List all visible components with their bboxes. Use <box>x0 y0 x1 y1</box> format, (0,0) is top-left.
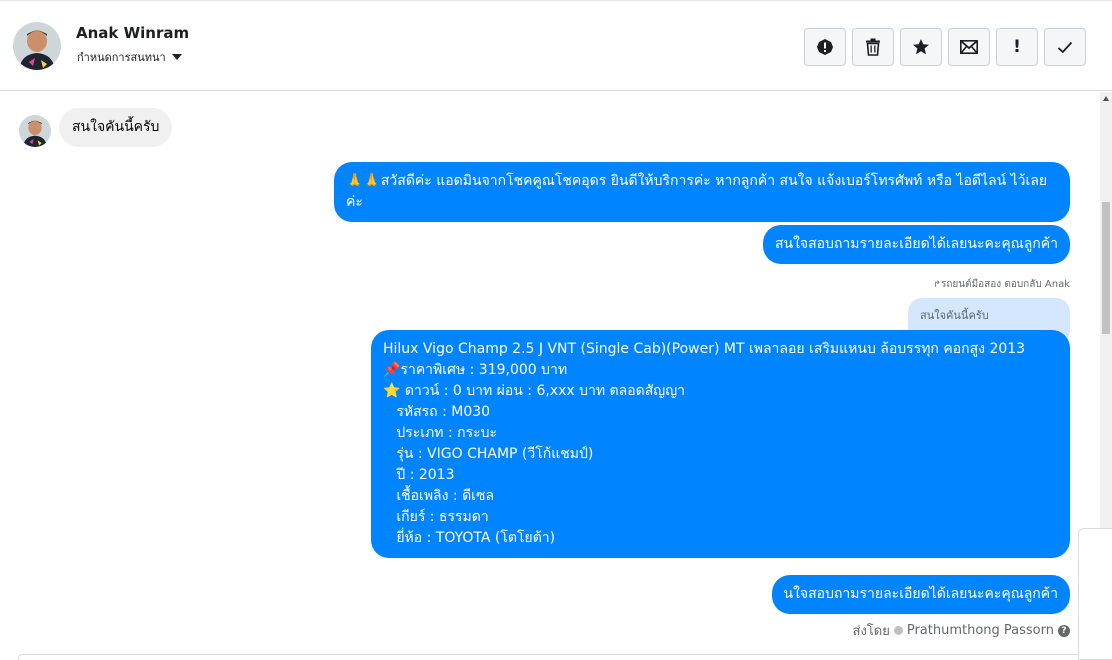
scroll-up-arrow-icon[interactable] <box>1103 96 1109 101</box>
side-panel-edge <box>1078 528 1112 660</box>
listing-line: ยี่ห้อ : TOYOTA (โตโยต้า) <box>383 530 556 546</box>
mark-spam-button[interactable] <box>804 28 846 66</box>
outgoing-message-greeting[interactable]: 🙏🙏สวัสดีค่ะ แอดมินจากโชคคูณโชคอุดร ยินดี… <box>334 162 1070 222</box>
listing-line: รหัสรถ : M030 <box>383 404 491 420</box>
sent-by-name[interactable]: Prathumthong Passorn <box>907 623 1054 638</box>
sent-by-meta: ส่งโดย Prathumthong Passorn ? <box>853 620 1070 641</box>
outgoing-message-listing[interactable]: Hilux Vigo Champ 2.5 J VNT (Single Cab)(… <box>371 330 1070 558</box>
listing-line: 📌ราคาพิเศษ : 319,000 บาท <box>383 362 568 378</box>
message-thread[interactable]: สนใจคันนี้ครับ 🙏🙏สวัสดีค่ะ แอดมินจากโชคค… <box>0 92 1100 660</box>
assign-conversation-dropdown[interactable]: กำหนดการสนทนา <box>77 48 182 66</box>
trash-icon <box>866 38 880 56</box>
composer-edge <box>18 654 1078 660</box>
checkmark-icon <box>1057 41 1073 53</box>
incoming-message[interactable]: สนใจคันนี้ครับ <box>59 108 173 147</box>
listing-line: ปี : 2013 <box>383 467 455 483</box>
header-toolbar: ! <box>804 28 1086 66</box>
outgoing-message-followup[interactable]: นใจสอบถามรายละเอียดได้เลยนะคะคุณลูกค้า <box>771 575 1070 614</box>
contact-name[interactable]: Anak Winram <box>76 24 189 42</box>
mark-important-button[interactable]: ! <box>996 28 1038 66</box>
verified-icon <box>893 626 903 635</box>
contact-avatar[interactable] <box>13 22 61 70</box>
scrollbar-thumb[interactable] <box>1102 202 1110 334</box>
conversation-header: Anak Winram กำหนดการสนทนา ! <box>0 0 1112 91</box>
reply-meta-text: รถยนต์มือสอง ตอบกลับ Anak <box>940 279 1070 290</box>
exclamation-circle-icon <box>817 39 833 55</box>
listing-line: ประเภท : กระบะ <box>383 425 498 441</box>
listing-line: เชื้อเพลิง : ดีเซล <box>383 488 495 504</box>
listing-line: เกียร์ : ธรรมดา <box>383 509 489 525</box>
sent-by-label: ส่งโดย <box>852 624 890 639</box>
mark-done-button[interactable] <box>1044 28 1086 66</box>
reply-meta: ↱รถยนต์มือสอง ตอบกลับ Anak <box>933 277 1070 292</box>
star-icon <box>913 39 929 55</box>
listing-line: ⭐ ดาวน์ : 0 บาท ผ่อน : 6,xxx บาท ตลอดสัญ… <box>383 383 685 399</box>
mark-unread-button[interactable] <box>948 28 990 66</box>
listing-line: รุ่น : VIGO CHAMP (วีโก้แชมป์) <box>383 446 594 462</box>
envelope-icon <box>960 40 978 54</box>
help-icon[interactable]: ? <box>1058 624 1070 637</box>
assign-label: กำหนดการสนทนา <box>77 51 166 64</box>
caret-down-icon <box>171 54 182 60</box>
listing-line: Hilux Vigo Champ 2.5 J VNT (Single Cab)(… <box>383 341 1026 357</box>
star-button[interactable] <box>900 28 942 66</box>
delete-button[interactable] <box>852 28 894 66</box>
important-label: ! <box>1013 36 1021 57</box>
reply-arrow-icon: ↱ <box>933 280 941 290</box>
outgoing-message-inquiry[interactable]: สนใจสอบถามรายละเอียดได้เลยนะคะคุณลูกค้า <box>762 225 1070 264</box>
sender-avatar[interactable] <box>19 115 51 147</box>
